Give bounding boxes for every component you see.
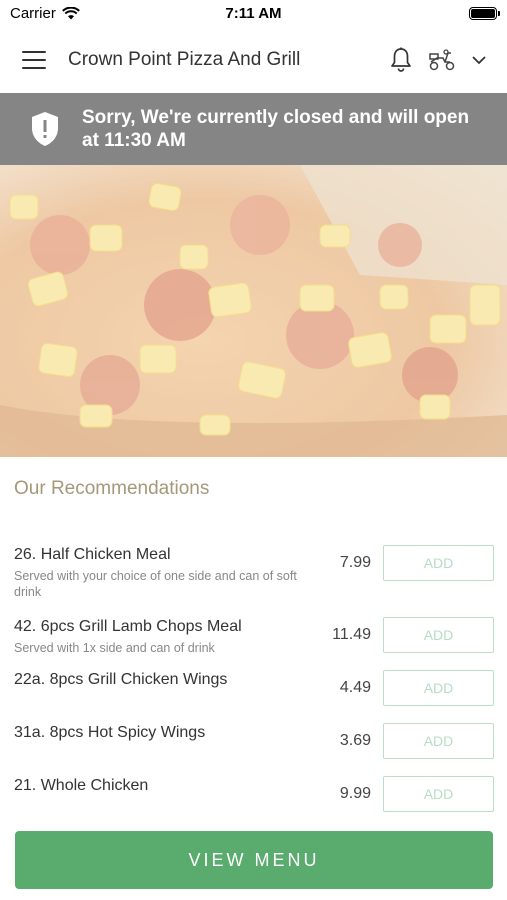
menu-item[interactable]: 21. Whole Chicken 9.99 ADD bbox=[0, 771, 507, 824]
menu-item[interactable]: 22a. 8pcs Grill Chicken Wings 4.49 ADD bbox=[0, 665, 507, 718]
add-button[interactable]: ADD bbox=[383, 670, 494, 706]
menu-item[interactable]: 42. 6pcs Grill Lamb Chops Meal Served wi… bbox=[0, 612, 507, 665]
wifi-icon bbox=[61, 6, 80, 19]
recommendations-title: Our Recommendations bbox=[14, 478, 210, 499]
carrier-label: Carrier bbox=[10, 4, 56, 22]
item-price: 4.49 bbox=[339, 679, 371, 696]
recommendations-list: 26. Half Chicken Meal Served with your c… bbox=[0, 540, 507, 824]
item-name: 42. 6pcs Grill Lamb Chops Meal bbox=[14, 618, 242, 635]
add-button[interactable]: ADD bbox=[383, 617, 494, 653]
battery-icon bbox=[468, 6, 500, 20]
closed-banner: Sorry, We're currently closed and will o… bbox=[0, 93, 507, 165]
closed-message: Sorry, We're currently closed and will o… bbox=[82, 106, 469, 152]
item-price: 3.69 bbox=[339, 732, 371, 749]
item-name: 21. Whole Chicken bbox=[14, 777, 149, 794]
closed-message-line1: Sorry, We're currently closed and will o… bbox=[82, 107, 470, 128]
status-bar: Carrier 7:11 AM bbox=[0, 0, 507, 26]
item-description: Served with your choice of one side and … bbox=[14, 569, 297, 599]
status-time: 7:11 AM bbox=[225, 4, 282, 22]
item-name: 26. Half Chicken Meal bbox=[14, 546, 171, 563]
pizza-illustration bbox=[0, 165, 507, 457]
hero-pizza-image bbox=[0, 165, 507, 457]
item-price: 11.49 bbox=[332, 626, 371, 643]
bell-icon[interactable] bbox=[389, 47, 413, 73]
item-price: 9.99 bbox=[339, 785, 371, 802]
add-button[interactable]: ADD bbox=[383, 776, 494, 812]
menu-item[interactable]: 26. Half Chicken Meal Served with your c… bbox=[0, 540, 507, 612]
status-left: Carrier bbox=[10, 5, 160, 22]
shield-alert-icon bbox=[32, 112, 58, 146]
app-header: Crown Point Pizza And Grill bbox=[0, 26, 507, 93]
header-actions bbox=[389, 47, 487, 73]
status-right bbox=[347, 6, 500, 20]
view-menu-button[interactable]: VIEW MENU bbox=[15, 831, 493, 889]
add-button[interactable]: ADD bbox=[383, 545, 494, 581]
item-description: Served with 1x side and can of drink bbox=[14, 641, 215, 655]
add-button[interactable]: ADD bbox=[383, 723, 494, 759]
hamburger-menu-icon[interactable] bbox=[22, 50, 46, 69]
scooter-icon[interactable] bbox=[427, 48, 457, 72]
menu-item[interactable]: 31a. 8pcs Hot Spicy Wings 3.69 ADD bbox=[0, 718, 507, 771]
chevron-down-icon[interactable] bbox=[471, 54, 487, 66]
item-price: 7.99 bbox=[339, 554, 371, 571]
item-name: 22a. 8pcs Grill Chicken Wings bbox=[14, 671, 228, 688]
item-name: 31a. 8pcs Hot Spicy Wings bbox=[14, 724, 206, 741]
closed-message-line2: at 11:30 AM bbox=[82, 130, 186, 151]
restaurant-title: Crown Point Pizza And Grill bbox=[68, 48, 301, 70]
